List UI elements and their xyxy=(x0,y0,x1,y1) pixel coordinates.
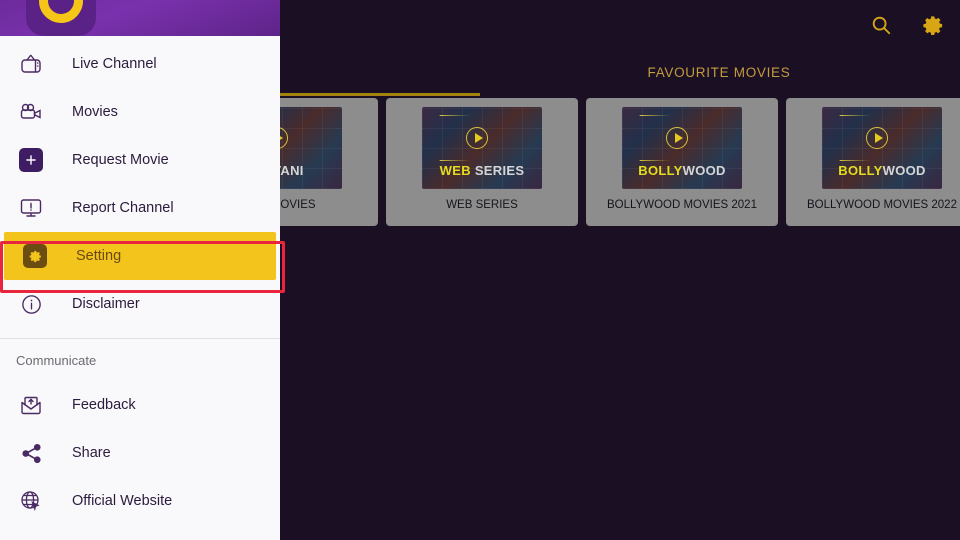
sidebar-item-label: Disclaimer xyxy=(72,296,140,312)
sidebar-item-label: Report Channel xyxy=(72,200,174,216)
brand-part-1: WEB xyxy=(439,163,475,178)
movie-camera-icon xyxy=(16,97,46,127)
category-card[interactable]: WEB SERIES WEB SERIES xyxy=(386,98,578,226)
brand-part-2: SERIES xyxy=(474,163,525,178)
card-label: BOLLYWOOD MOVIES 2021 xyxy=(607,199,757,211)
drawer-section-title: Communicate xyxy=(16,352,97,368)
drawer-menu-communicate: Feedback Share Official Website xyxy=(0,381,280,525)
brand-part-2: WOOD xyxy=(682,163,726,178)
sidebar-item-share[interactable]: Share xyxy=(0,429,280,477)
sidebar-item-disclaimer[interactable]: Disclaimer xyxy=(0,280,280,328)
card-label: WEB SERIES xyxy=(446,199,518,211)
play-icon xyxy=(666,127,688,149)
card-label: BOLLYWOOD MOVIES 2022 xyxy=(807,199,957,211)
monitor-alert-icon xyxy=(16,193,46,223)
sidebar-item-setting[interactable]: Setting xyxy=(4,232,276,280)
card-thumbnail: BOLLYWOOD xyxy=(622,107,742,189)
sidebar-item-movies[interactable]: Movies xyxy=(0,88,280,136)
drawer-header xyxy=(0,0,280,36)
sidebar-item-request-movie[interactable]: Request Movie xyxy=(0,136,280,184)
app-logo xyxy=(26,0,96,36)
sidebar-item-label: Official Website xyxy=(72,493,173,509)
thumbnail-brand-text: WEB SERIES xyxy=(422,164,542,177)
card-thumbnail: WEB SERIES xyxy=(422,107,542,189)
brand-part-1: BOLLY xyxy=(638,163,683,178)
info-circle-icon xyxy=(16,289,46,319)
brand-part-2: WOOD xyxy=(882,163,926,178)
play-icon xyxy=(466,127,488,149)
globe-cursor-icon xyxy=(16,486,46,516)
sidebar-item-label: Request Movie xyxy=(72,152,169,168)
category-card[interactable]: BOLLYWOOD BOLLYWOOD MOVIES 2021 xyxy=(586,98,778,226)
plus-square-shape xyxy=(19,148,43,172)
envelope-up-icon xyxy=(16,390,46,420)
brand-part-1: BOLLY xyxy=(838,163,883,178)
sidebar-item-label: Feedback xyxy=(72,397,136,413)
share-icon xyxy=(16,438,46,468)
plus-square-icon xyxy=(16,145,46,175)
sidebar-item-live-channel[interactable]: Live Channel xyxy=(0,40,280,88)
logo-ring-shape xyxy=(30,0,92,32)
sidebar-item-label: Movies xyxy=(72,104,118,120)
navigation-drawer: Live Channel Movies Request Movie Report… xyxy=(0,0,280,540)
sidebar-item-official-website[interactable]: Official Website xyxy=(0,477,280,525)
gear-square-icon xyxy=(20,241,50,271)
tv-icon xyxy=(16,49,46,79)
drawer-menu-main: Live Channel Movies Request Movie Report… xyxy=(0,36,280,328)
sidebar-item-label: Setting xyxy=(76,248,122,264)
sidebar-item-report-channel[interactable]: Report Channel xyxy=(0,184,280,232)
sidebar-item-label: Share xyxy=(72,445,111,461)
top-bar-actions xyxy=(868,0,946,50)
thumbnail-brand-text: BOLLYWOOD xyxy=(822,164,942,177)
app-root: FAVOURITE MOVIES ISTANI ANI MOVIES WEB S… xyxy=(0,0,960,540)
gear-square-shape xyxy=(23,244,47,268)
category-card[interactable]: BOLLYWOOD BOLLYWOOD MOVIES 2022 xyxy=(786,98,960,226)
gear-icon[interactable] xyxy=(920,12,946,38)
sidebar-item-feedback[interactable]: Feedback xyxy=(0,381,280,429)
thumbnail-brand-text: BOLLYWOOD xyxy=(622,164,742,177)
search-icon[interactable] xyxy=(868,12,894,38)
card-thumbnail: BOLLYWOOD xyxy=(822,107,942,189)
play-icon xyxy=(866,127,888,149)
tab-favourite-movies[interactable]: FAVOURITE MOVIES xyxy=(556,50,882,95)
sidebar-item-label: Live Channel xyxy=(72,56,157,72)
